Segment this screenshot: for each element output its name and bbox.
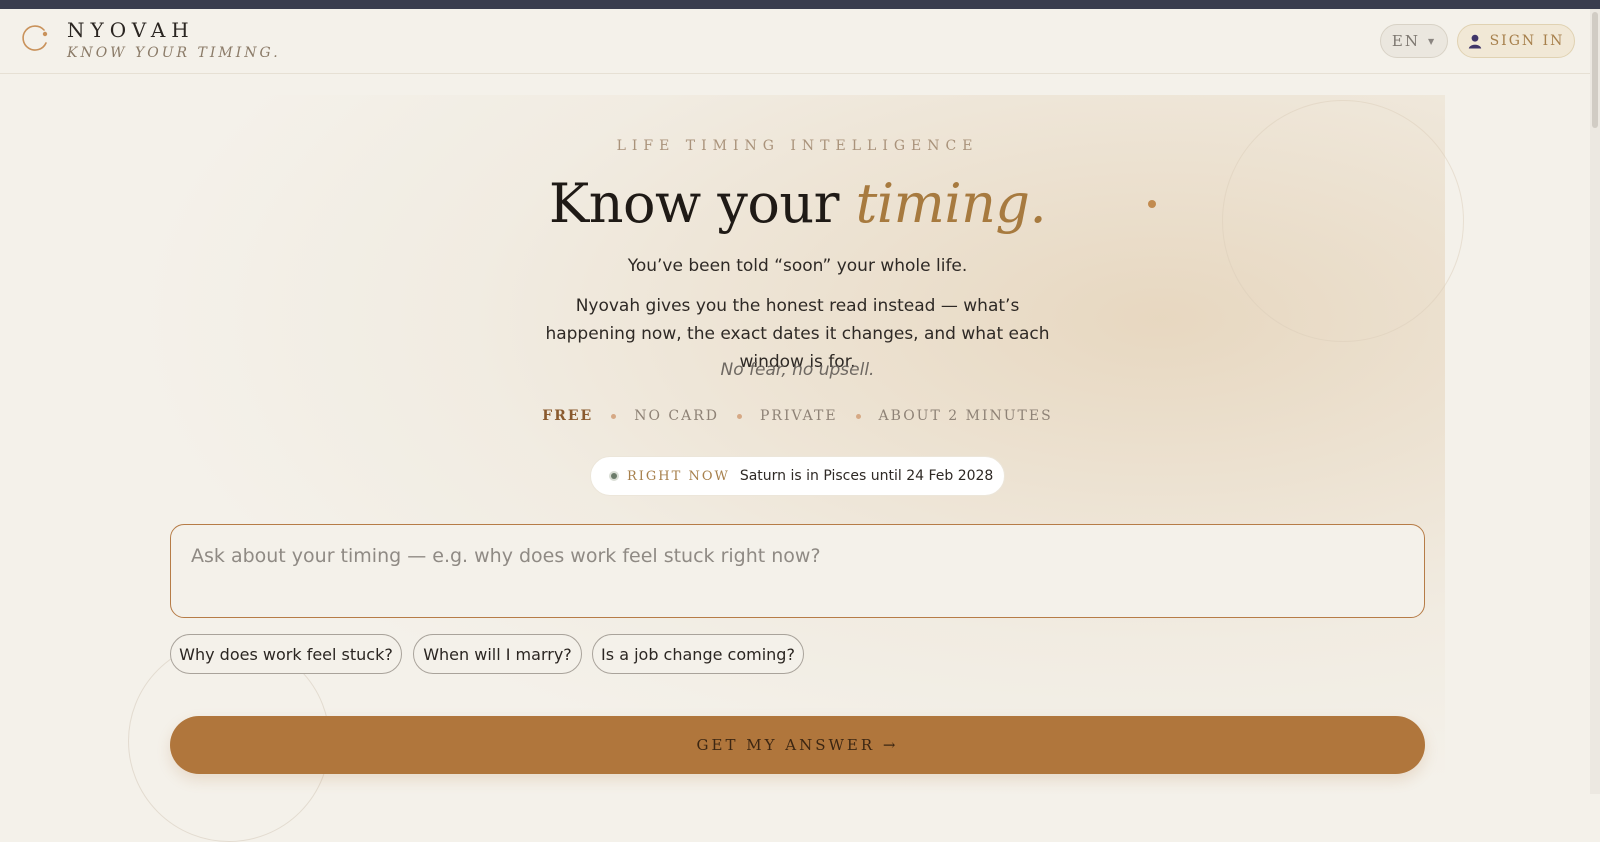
headline-prefix: Know your bbox=[548, 172, 856, 235]
feature-separator bbox=[736, 413, 742, 419]
headline-accent: timing. bbox=[855, 172, 1047, 235]
brand-name[interactable]: NYOVAH bbox=[67, 18, 195, 42]
status-dot-icon bbox=[609, 471, 619, 481]
right-now-text: Saturn is in Pisces until 24 Feb 2028 bbox=[739, 468, 994, 484]
feature-list: FREE NO CARD PRIVATE ABOUT 2 MINUTES bbox=[0, 408, 1595, 424]
language-label: EN bbox=[1391, 32, 1420, 50]
site-header: NYOVAH KNOW YOUR TIMING. EN ▼ SIGN IN bbox=[0, 9, 1600, 74]
right-now-label: RIGHT NOW bbox=[627, 468, 730, 484]
caret-down-icon: ▼ bbox=[1427, 36, 1437, 46]
brand-tagline: KNOW YOUR TIMING. bbox=[67, 45, 281, 61]
suggestion-chip-work[interactable]: Why does work feel stuck? bbox=[170, 634, 402, 674]
user-icon bbox=[1468, 34, 1481, 48]
suggestion-chip-marry[interactable]: When will I marry? bbox=[413, 634, 582, 674]
feature-private: PRIVATE bbox=[759, 408, 838, 424]
sign-in-button[interactable]: SIGN IN bbox=[1457, 24, 1575, 58]
hero-eyebrow: LIFE TIMING INTELLIGENCE bbox=[616, 138, 979, 154]
feature-no-card: NO CARD bbox=[634, 408, 719, 424]
right-now-badge: RIGHT NOW Saturn is in Pisces until 24 F… bbox=[590, 456, 1005, 496]
hero-tagline: No fear, no upsell. bbox=[720, 360, 875, 380]
scrollbar-thumb[interactable] bbox=[1592, 12, 1598, 128]
feature-free: FREE bbox=[542, 408, 594, 424]
hero-headline: Know your timing. bbox=[0, 172, 1595, 235]
suggestion-chip-job-change[interactable]: Is a job change coming? bbox=[592, 634, 804, 674]
hero-subtitle: You’ve been told “soon” your whole life. bbox=[627, 256, 968, 276]
get-answer-button[interactable]: GET MY ANSWER → bbox=[170, 716, 1425, 774]
crescent-orbit-icon[interactable] bbox=[20, 21, 52, 53]
browser-top-strip bbox=[0, 0, 1600, 9]
feature-separator bbox=[611, 413, 617, 419]
feature-duration: ABOUT 2 MINUTES bbox=[878, 408, 1053, 424]
timing-question-input[interactable] bbox=[170, 524, 1425, 618]
feature-separator bbox=[855, 413, 861, 419]
language-select[interactable]: EN ▼ bbox=[1380, 24, 1448, 58]
sign-in-label: SIGN IN bbox=[1489, 33, 1565, 49]
